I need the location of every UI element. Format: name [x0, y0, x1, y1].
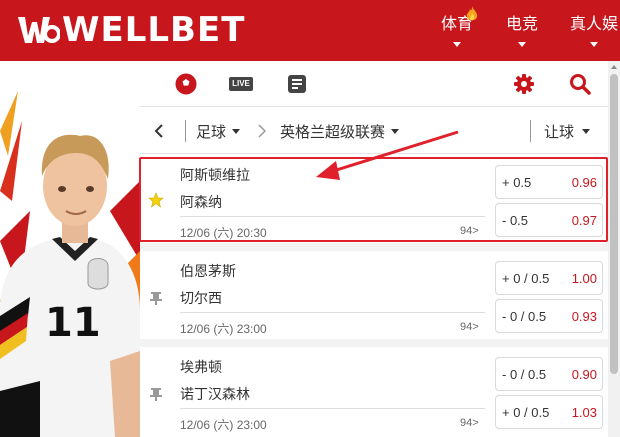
annotation-arrow	[316, 130, 459, 180]
scrollbar-thumb[interactable]	[610, 74, 618, 374]
scroll-up-arrow-icon[interactable]	[611, 65, 617, 69]
